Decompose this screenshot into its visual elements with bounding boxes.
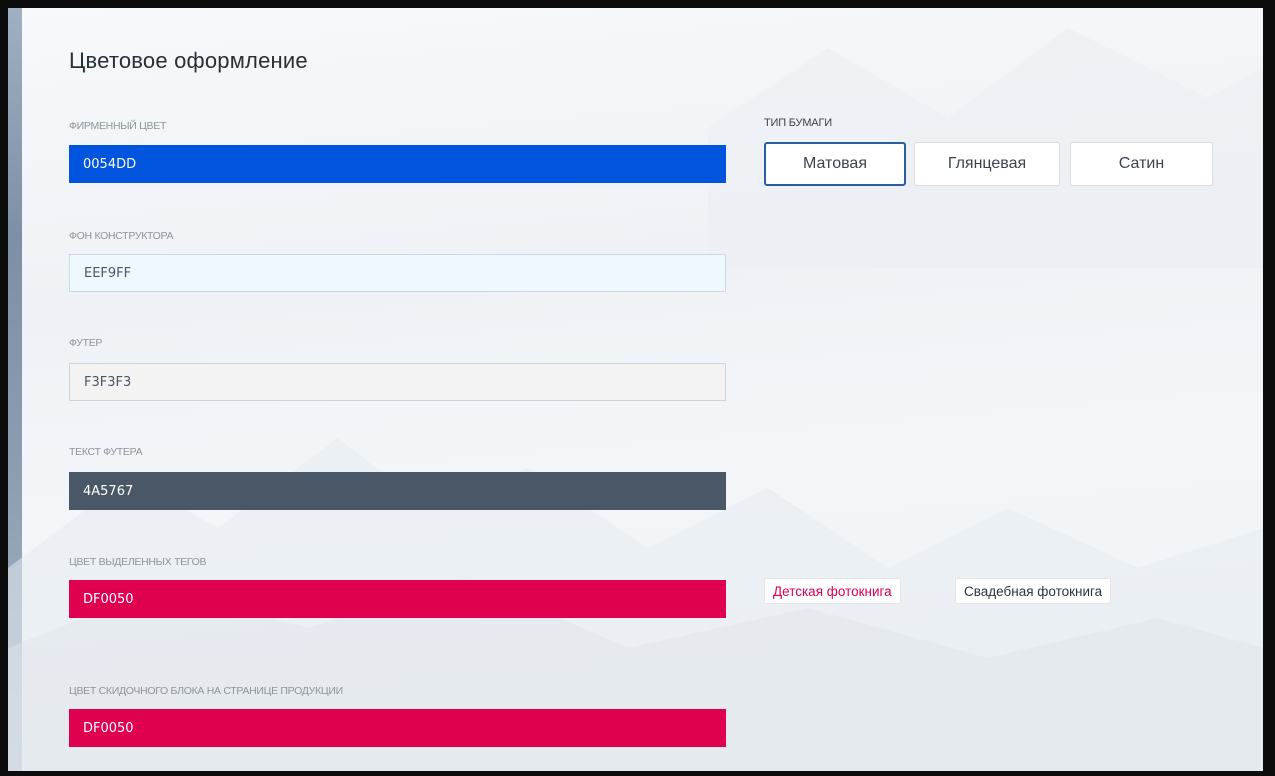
footer-color-input[interactable]: F3F3F3 xyxy=(69,363,726,401)
discount-block-color-label: ЦВЕТ СКИДОЧНОГО БЛОКА НА СТРАНИЦЕ ПРОДУК… xyxy=(69,685,343,697)
tag-wedding-photobook[interactable]: Свадебная фотокнига xyxy=(955,578,1112,604)
selected-tags-color-label: ЦВЕТ ВЫДЕЛЕННЫХ ТЕГОВ xyxy=(69,556,207,568)
paper-type-label: ТИП БУМАГИ xyxy=(764,117,832,129)
footer-text-color-label: ТЕКСТ ФУТЕРА xyxy=(69,446,143,458)
color-settings-panel: Цветовое оформление ФИРМЕННЫЙ ЦВЕТ 0054D… xyxy=(8,8,1263,771)
brand-color-input[interactable]: 0054DD xyxy=(69,145,726,183)
page-title: Цветовое оформление xyxy=(69,48,308,73)
left-edge-strip xyxy=(8,8,22,771)
paper-option-matte-button[interactable]: Матовая xyxy=(764,142,906,186)
tag-children-photobook[interactable]: Детская фотокнига xyxy=(764,578,901,604)
brand-color-label: ФИРМЕННЫЙ ЦВЕТ xyxy=(69,120,167,132)
footer-text-color-input[interactable]: 4A5767 xyxy=(69,472,726,510)
discount-block-color-input[interactable]: DF0050 xyxy=(69,709,726,747)
footer-color-label: ФУТЕР xyxy=(69,337,103,349)
builder-background-label: ФОН КОНСТРУКТОРА xyxy=(69,230,174,242)
paper-option-glossy-button[interactable]: Глянцевая xyxy=(914,142,1060,186)
selected-tags-color-input[interactable]: DF0050 xyxy=(69,580,726,618)
builder-background-input[interactable]: EEF9FF xyxy=(69,254,726,292)
paper-option-satin-button[interactable]: Сатин xyxy=(1070,142,1213,186)
